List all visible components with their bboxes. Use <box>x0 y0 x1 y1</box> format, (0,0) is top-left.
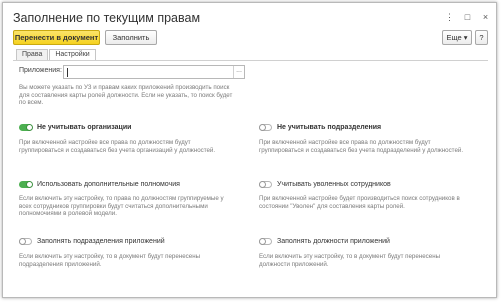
option-hint: При включенной настройке все права по до… <box>19 139 216 154</box>
option-hint: Если включить эту настройку, то права по… <box>19 195 224 218</box>
applications-label: Приложения: <box>19 67 62 74</box>
option-count-dismissed[interactable]: Учитывать уволенных сотрудников <box>259 181 391 188</box>
option-hint: Если включить эту настройку, то в докуме… <box>259 253 441 268</box>
text-caret <box>67 68 68 77</box>
option-ignore-depts[interactable]: Не учитывать подразделения <box>259 124 381 131</box>
option-fill-app-depts[interactable]: Заполнять подразделения приложений <box>19 238 165 245</box>
option-fill-app-positions[interactable]: Заполнять должности приложений <box>259 238 390 245</box>
toggle-switch-off[interactable] <box>259 124 272 131</box>
toggle-switch-off[interactable] <box>259 181 272 188</box>
tab-settings[interactable]: Настройки <box>49 49 96 60</box>
toggle-switch-off[interactable] <box>19 238 32 245</box>
toolbar: Перенести в документ Заполнить Еще ▾ ? <box>13 30 488 46</box>
option-ignore-orgs[interactable]: Не учитывать организации <box>19 123 132 131</box>
toggle-switch-on[interactable] <box>19 123 33 131</box>
option-label: Использовать дополнительные полномочия <box>37 181 180 188</box>
fill-button[interactable]: Заполнить <box>105 30 157 45</box>
option-label: Учитывать уволенных сотрудников <box>277 181 391 188</box>
transfer-to-document-button[interactable]: Перенести в документ <box>13 30 100 45</box>
option-hint: Если включить эту настройку, то в докуме… <box>19 253 201 268</box>
window-title: Заполнение по текущим правам <box>13 11 201 25</box>
option-hint: При включенной настройке все права по до… <box>259 139 464 154</box>
option-hint: При включенной настройке будет производи… <box>259 195 460 210</box>
close-icon[interactable]: × <box>481 12 490 22</box>
toggle-switch-off[interactable] <box>259 238 272 245</box>
option-label: Не учитывать подразделения <box>277 124 382 131</box>
tab-bar: Права Настройки <box>16 49 97 60</box>
choose-icon[interactable]: ... <box>233 66 244 78</box>
applications-hint: Вы можете указать по УЗ и правам каких п… <box>19 84 233 107</box>
help-button[interactable]: ? <box>475 30 488 45</box>
applications-input[interactable]: ... <box>63 65 245 79</box>
tab-rights[interactable]: Права <box>16 49 49 60</box>
dialog-window: Заполнение по текущим правам ⋮ □ × Перен… <box>2 2 497 298</box>
more-actions-button[interactable]: Еще ▾ <box>442 30 472 45</box>
maximize-icon[interactable]: □ <box>463 12 472 22</box>
toggle-switch-on[interactable] <box>19 180 33 188</box>
option-label: Заполнять подразделения приложений <box>37 238 165 245</box>
option-label: Не учитывать организации <box>37 124 132 131</box>
more-menu-icon[interactable]: ⋮ <box>445 12 454 22</box>
option-use-extra-powers[interactable]: Использовать дополнительные полномочия <box>19 180 180 188</box>
window-controls: ⋮ □ × <box>445 12 490 22</box>
option-label: Заполнять должности приложений <box>277 238 390 245</box>
